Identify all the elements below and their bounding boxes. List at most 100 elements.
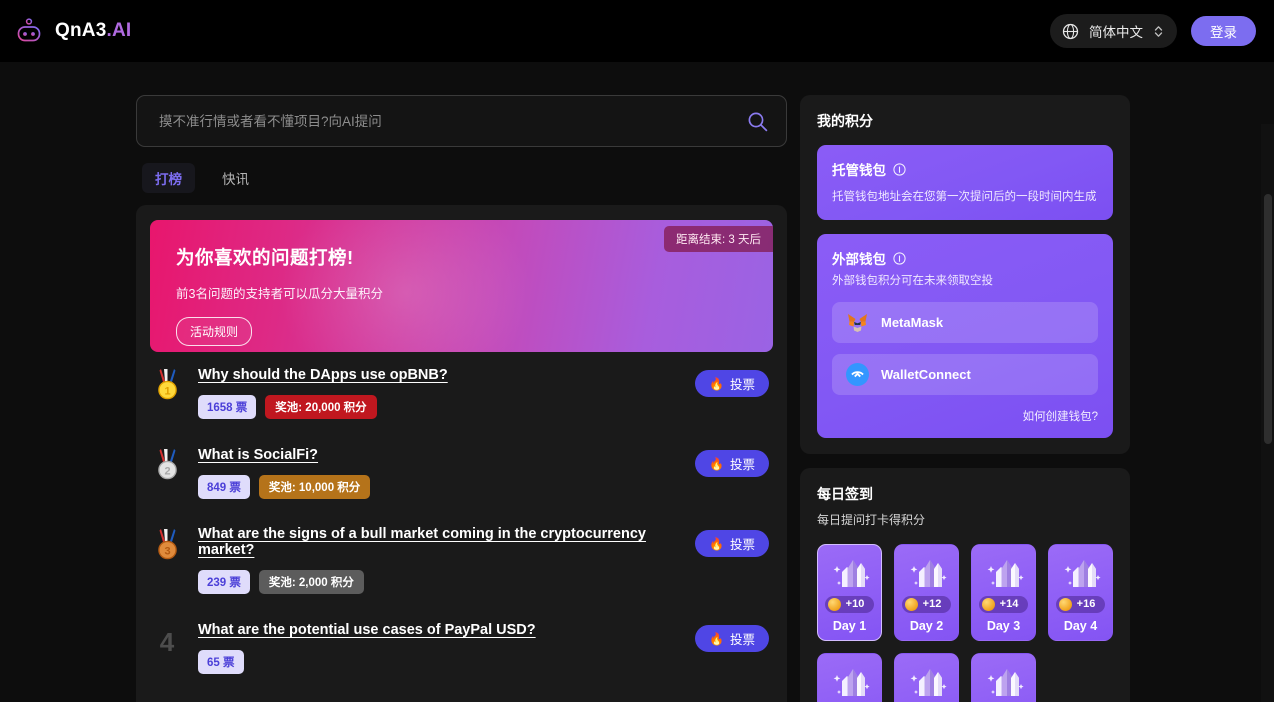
wallet-option-label: MetaMask: [881, 315, 943, 330]
ranking-list: 1 Why should the DApps use opBNB? 1658 票…: [150, 352, 773, 702]
header-actions: 简体中文 登录: [1050, 14, 1256, 48]
search-icon[interactable]: [747, 111, 768, 132]
page-scrollbar-thumb[interactable]: [1264, 194, 1272, 444]
flame-icon: 🔥: [709, 633, 724, 645]
login-button[interactable]: 登录: [1191, 16, 1256, 46]
prize-pool-badge: 奖池: 20,000 积分: [265, 395, 376, 419]
brand-logo[interactable]: QnA3.AI: [14, 16, 131, 46]
vote-count-badge: 65 票: [198, 650, 244, 674]
checkin-day-card[interactable]: +22 Day 7: [971, 653, 1036, 702]
daily-checkin-card: 每日签到 每日提问打卡得积分 +10 Day 1: [800, 468, 1130, 702]
question-title-link[interactable]: What are the potential use cases of PayP…: [198, 622, 536, 638]
row-badges: 239 票 奖池: 2,000 积分: [198, 570, 681, 594]
info-circle-icon[interactable]: [893, 163, 906, 176]
row-badges: 1658 票 奖池: 20,000 积分: [198, 395, 681, 419]
info-circle-icon[interactable]: [893, 252, 906, 265]
language-label: 简体中文: [1089, 21, 1143, 41]
prize-pool-badge: 奖池: 10,000 积分: [259, 475, 370, 499]
row-badges: 65 票: [198, 650, 681, 674]
vote-count-badge: 1658 票: [198, 395, 256, 419]
flame-icon: 🔥: [709, 378, 724, 390]
vote-button-label: 投票: [730, 534, 755, 553]
prize-pool-badge: 奖池: 2,000 积分: [259, 570, 364, 594]
day-points-badge: +10: [825, 596, 875, 613]
day-label: Day 1: [833, 619, 866, 633]
checkin-day-card[interactable]: +14 Day 3: [971, 544, 1036, 641]
rank-content: What is SocialFi? 849 票 奖池: 10,000 积分: [198, 445, 681, 499]
checkin-day-grid: +10 Day 1 +12 Day 2: [817, 544, 1113, 702]
metamask-icon: [846, 311, 869, 334]
vote-button[interactable]: 🔥 投票: [695, 450, 769, 477]
globe-icon: [1062, 23, 1079, 40]
vote-button[interactable]: 🔥 投票: [695, 530, 769, 557]
day-label: Day 3: [987, 619, 1020, 633]
question-title-link[interactable]: What is SocialFi?: [198, 447, 318, 463]
checkin-day-card[interactable]: +20 Day 6: [894, 653, 959, 702]
checkin-subtitle: 每日提问打卡得积分: [817, 511, 1113, 528]
external-wallet-title: 外部钱包: [832, 248, 886, 268]
ranking-row: 4 What are the potential use cases of Pa…: [150, 607, 773, 687]
custodial-wallet-header: 托管钱包: [832, 159, 1098, 179]
row-badges: 849 票 奖池: 10,000 积分: [198, 475, 681, 499]
create-wallet-link[interactable]: 如何创建钱包?: [832, 408, 1098, 424]
flame-icon: 🔥: [709, 538, 724, 550]
tab-news[interactable]: 快讯: [209, 163, 262, 193]
gem-icon: [828, 663, 872, 702]
external-wallet-header: 外部钱包: [832, 248, 1098, 268]
main-column: 打榜 快讯 距离结束: 3 天后 为你喜欢的问题打榜! 前3名问题的支持者可以瓜…: [136, 95, 787, 702]
brand-name: QnA3.AI: [55, 20, 131, 42]
external-wallet-description: 外部钱包积分可在未来领取空投: [832, 273, 1098, 290]
day-points-label: +10: [846, 598, 865, 610]
coin-icon: [1059, 598, 1072, 611]
search-input[interactable]: [159, 114, 747, 129]
day-points-badge: +14: [979, 596, 1029, 613]
svg-text:3: 3: [164, 546, 170, 558]
checkin-day-card[interactable]: +18 Day 5: [817, 653, 882, 702]
vote-button-label: 投票: [730, 374, 755, 393]
rank-marker: 2: [150, 445, 184, 480]
day-label: Day 2: [910, 619, 943, 633]
flame-icon: 🔥: [709, 458, 724, 470]
checkin-day-card[interactable]: +12 Day 2: [894, 544, 959, 641]
wallet-option-metamask[interactable]: MetaMask: [832, 302, 1098, 343]
vote-count-badge: 849 票: [198, 475, 250, 499]
rank-marker: 3: [150, 525, 184, 560]
day-points-label: +14: [1000, 598, 1019, 610]
language-selector[interactable]: 简体中文: [1050, 14, 1177, 48]
rank-number: 4: [160, 623, 174, 655]
wallet-option-label: WalletConnect: [881, 367, 971, 382]
question-title-link[interactable]: Why should the DApps use opBNB?: [198, 367, 448, 383]
gem-icon: [905, 554, 949, 594]
bronze-medal-icon: 3: [154, 528, 181, 560]
campaign-banner: 距离结束: 3 天后 为你喜欢的问题打榜! 前3名问题的支持者可以瓜分大量积分 …: [150, 220, 773, 352]
day-points-label: +16: [1077, 598, 1096, 610]
gem-icon: [828, 554, 872, 594]
checkin-day-card[interactable]: +16 Day 4: [1048, 544, 1113, 641]
checkin-day-card[interactable]: +10 Day 1: [817, 544, 882, 641]
ranking-row: 3 What are the signs of a bull market co…: [150, 512, 773, 607]
svg-text:1: 1: [164, 386, 170, 398]
vote-button[interactable]: 🔥 投票: [695, 370, 769, 397]
coin-icon: [982, 598, 995, 611]
tab-ranking[interactable]: 打榜: [142, 163, 195, 193]
question-title-link[interactable]: What are the signs of a bull market comi…: [198, 526, 681, 558]
app-header: QnA3.AI 简体中文 登录: [0, 0, 1274, 62]
vote-button[interactable]: 🔥 投票: [695, 625, 769, 652]
search-bar[interactable]: [136, 95, 787, 147]
wallet-option-walletconnect[interactable]: WalletConnect: [832, 354, 1098, 395]
banner-subtitle: 前3名问题的支持者可以瓜分大量积分: [176, 283, 747, 302]
gem-icon: [1059, 554, 1103, 594]
activity-rules-button[interactable]: 活动规则: [176, 317, 252, 346]
content-tabs: 打榜 快讯: [136, 163, 787, 193]
gem-icon: [982, 663, 1026, 702]
ranking-row: 2 What is SocialFi? 849 票 奖池: 10,000 积分 …: [150, 432, 773, 512]
coin-icon: [905, 598, 918, 611]
page-body: 打榜 快讯 距离结束: 3 天后 为你喜欢的问题打榜! 前3名问题的支持者可以瓜…: [0, 62, 1274, 702]
rank-marker: 4: [150, 620, 184, 655]
gem-icon: [905, 663, 949, 702]
page-scrollbar-track[interactable]: [1261, 124, 1274, 702]
day-points-label: +12: [923, 598, 942, 610]
my-points-title: 我的积分: [817, 111, 1113, 131]
external-wallet-block: 外部钱包 外部钱包积分可在未来领取空投: [817, 234, 1113, 437]
countdown-badge: 距离结束: 3 天后: [664, 226, 773, 252]
